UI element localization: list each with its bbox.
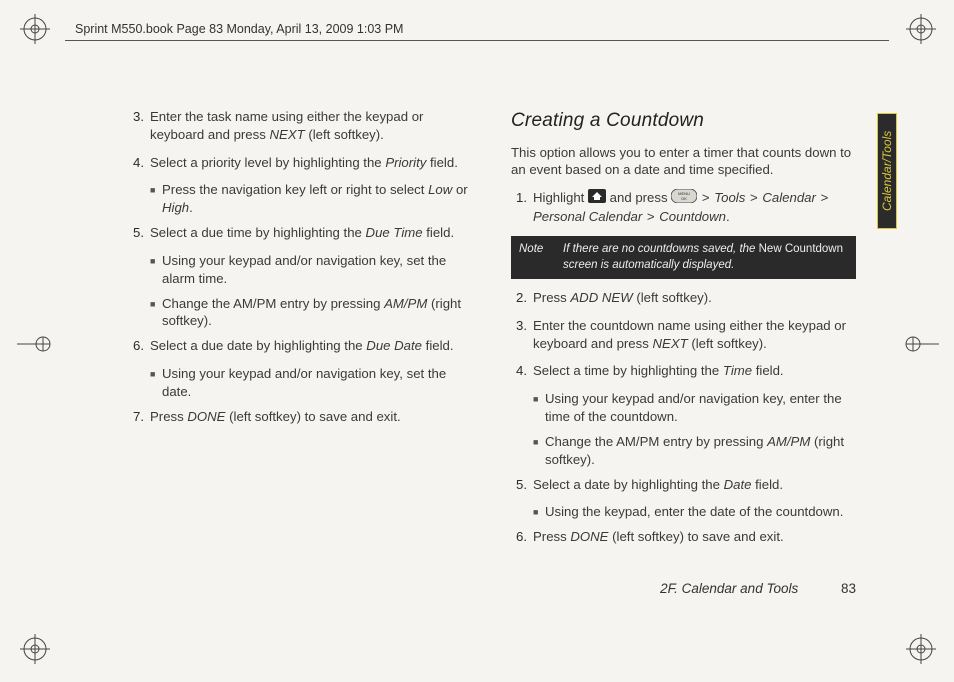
- footer-section: 2F. Calendar and Tools: [660, 581, 798, 596]
- crop-mark-icon: [905, 334, 939, 354]
- intro-text: This option allows you to enter a timer …: [511, 144, 856, 180]
- svg-text:OK: OK: [681, 196, 687, 201]
- r-step-5-sub-1: ■Using the keypad, enter the date of the…: [533, 503, 856, 521]
- doc-header: Sprint M550.book Page 83 Monday, April 1…: [75, 22, 403, 36]
- step-5-sub-1: ■Using your keypad and/or navigation key…: [150, 252, 473, 288]
- r-step-4: 4. Select a time by highlighting the Tim…: [511, 362, 856, 380]
- note-box: Note If there are no countdowns saved, t…: [511, 236, 856, 279]
- section-tab: Calendar/Tools: [877, 113, 897, 229]
- crop-mark-icon: [20, 634, 50, 664]
- crop-mark-icon: [20, 14, 50, 44]
- r-step-3: 3. Enter the countdown name using either…: [511, 317, 856, 353]
- r-step-4-sub-1: ■Using your keypad and/or navigation key…: [533, 390, 856, 426]
- page-footer: 2F. Calendar and Tools 83: [128, 581, 856, 596]
- r-step-1: 1. Highlight and press MENUOK > Tools > …: [511, 189, 856, 226]
- right-column: Creating a Countdown This option allows …: [511, 108, 856, 556]
- menu-ok-key-icon: MENUOK: [671, 189, 697, 208]
- step-6-sub-1: ■Using your keypad and/or navigation key…: [150, 365, 473, 401]
- home-key-icon: [588, 189, 606, 208]
- step-3: 3. Enter the task name using either the …: [128, 108, 473, 144]
- r-step-4-sub-2: ■Change the AM/PM entry by pressing AM/P…: [533, 433, 856, 469]
- left-column: 3. Enter the task name using either the …: [128, 108, 473, 556]
- doc-header-rule: [65, 40, 889, 41]
- crop-mark-icon: [906, 634, 936, 664]
- step-5-sub-2: ■Change the AM/PM entry by pressing AM/P…: [150, 295, 473, 331]
- step-6: 6. Select a due date by highlighting the…: [128, 337, 473, 355]
- step-4-sub-1: ■Press the navigation key left or right …: [150, 181, 473, 217]
- step-5: 5. Select a due time by highlighting the…: [128, 224, 473, 242]
- r-step-5: 5. Select a date by highlighting the Dat…: [511, 476, 856, 494]
- note-label: Note: [519, 242, 563, 273]
- heading-creating-countdown: Creating a Countdown: [511, 108, 856, 134]
- step-4: 4. Select a priority level by highlighti…: [128, 154, 473, 172]
- page-number: 83: [802, 581, 856, 596]
- crop-mark-icon: [17, 334, 51, 354]
- r-step-2: 2. Press ADD NEW (left softkey).: [511, 289, 856, 307]
- r-step-6: 6. Press DONE (left softkey) to save and…: [511, 528, 856, 546]
- step-7: 7. Press DONE (left softkey) to save and…: [128, 408, 473, 426]
- crop-mark-icon: [906, 14, 936, 44]
